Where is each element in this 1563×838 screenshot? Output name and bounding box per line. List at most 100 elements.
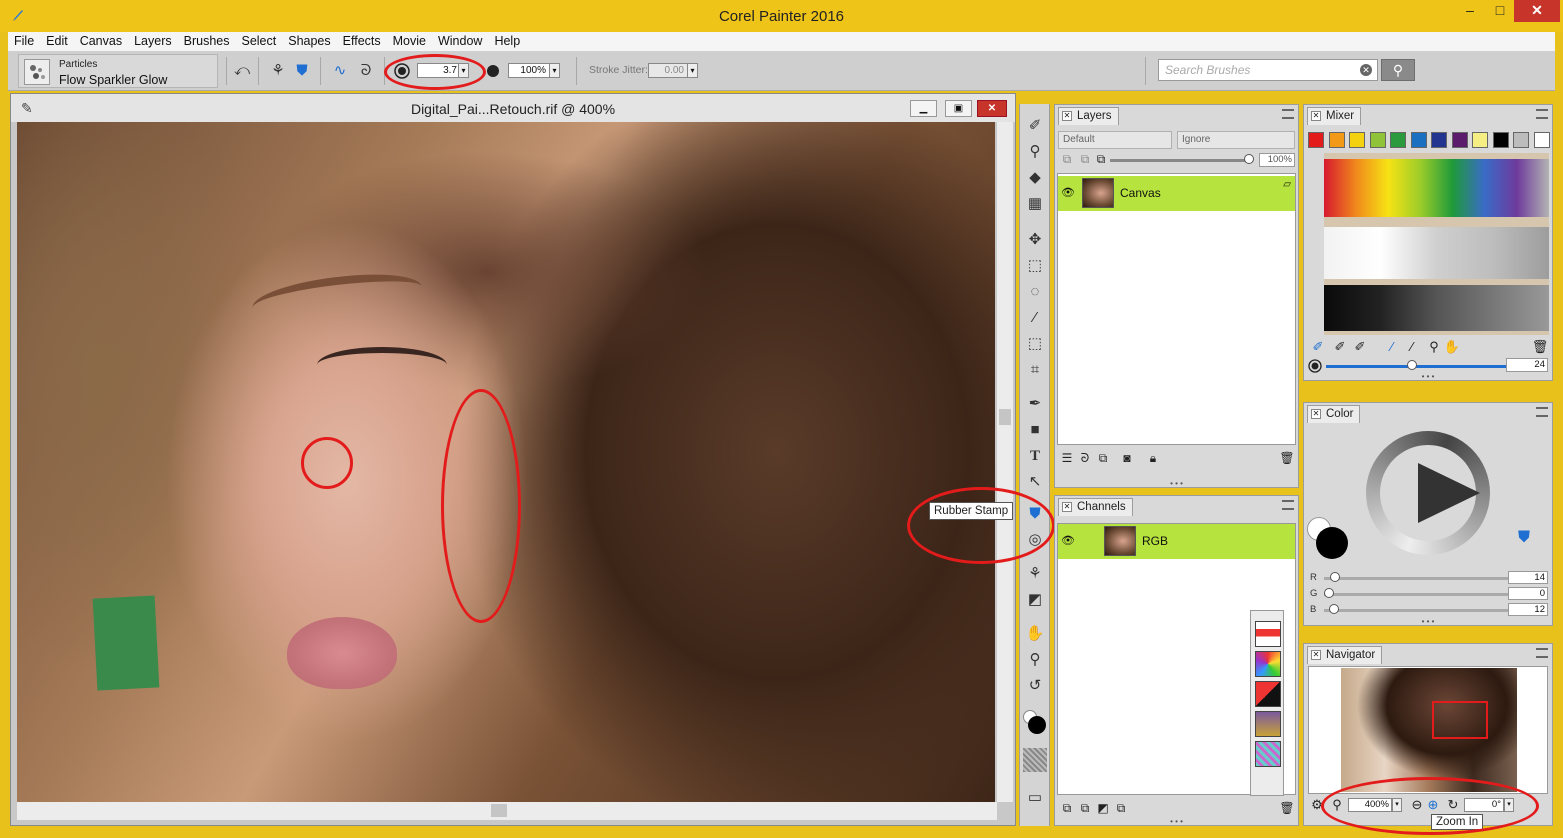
zoom-level-dropdown[interactable]: ▾ [1392, 798, 1402, 812]
brush-tool-icon[interactable]: ✐ [1023, 114, 1047, 138]
perspective-guides-tool-icon[interactable]: ◩ [1023, 588, 1047, 612]
mixer-tab[interactable]: ✕ Mixer [1307, 107, 1362, 125]
menu-edit[interactable]: Edit [40, 32, 74, 50]
minimize-button[interactable]: – [1455, 0, 1485, 22]
mixer-color-well[interactable] [1369, 132, 1386, 148]
close-button[interactable]: ✕ [1514, 0, 1560, 22]
close-panel-icon[interactable]: ✕ [1311, 111, 1321, 121]
channel-save-icon[interactable]: ⧉ [1077, 800, 1093, 816]
transform-tool-icon[interactable]: ✥ [1023, 228, 1047, 252]
channel-row[interactable]: 👁 RGB [1058, 524, 1295, 559]
zoom-icon[interactable]: ⚲ [1328, 796, 1346, 814]
maximize-button[interactable]: □ [1485, 0, 1515, 22]
blue-value-field[interactable]: 12 [1508, 603, 1548, 616]
close-panel-icon[interactable]: ✕ [1311, 650, 1321, 660]
clear-search-icon[interactable]: ✕ [1360, 64, 1372, 76]
delete-layer-icon[interactable]: 🗑︎ [1279, 450, 1295, 466]
rect-select-tool-icon[interactable]: ⬚ [1023, 254, 1047, 278]
color-tab[interactable]: ✕ Color [1307, 405, 1361, 423]
menu-layers[interactable]: Layers [128, 32, 178, 50]
stroke-alt-icon[interactable]: ᘐ [356, 61, 376, 81]
panel-menu-icon[interactable] [1282, 109, 1294, 119]
brush-size-field[interactable]: 3.7 [417, 63, 461, 78]
layer-commands-icon[interactable]: ☰ [1059, 450, 1075, 466]
green-slider[interactable] [1324, 593, 1512, 596]
magnifier-tool-icon[interactable]: ⚲ [1023, 648, 1047, 672]
brush-size-dropdown[interactable]: ▾ [458, 63, 469, 78]
eraser-tool-icon[interactable]: ▦ [1023, 192, 1047, 216]
mixer-color-well[interactable] [1328, 132, 1345, 148]
red-value-field[interactable]: 14 [1508, 571, 1548, 584]
sample-color-icon[interactable]: ⁄ [1383, 338, 1401, 356]
document-close-button[interactable]: ✕ [977, 100, 1007, 117]
panel-resize-grip[interactable]: • • • [1167, 480, 1187, 488]
mixer-color-well[interactable] [1472, 132, 1488, 148]
horizontal-scroll-thumb[interactable] [491, 804, 507, 817]
document-maximize-button[interactable]: ▣ [945, 100, 972, 117]
layer-row[interactable]: 👁 Canvas ▱ [1058, 176, 1295, 211]
cloner-tool-icon[interactable]: ◎ [1023, 528, 1047, 552]
menu-select[interactable]: Select [235, 32, 282, 50]
channels-tab[interactable]: ✕ Channels [1058, 498, 1133, 516]
grabber-tool-icon[interactable]: ✋ [1023, 622, 1047, 646]
green-value-field[interactable]: 0 [1508, 587, 1548, 600]
pen-tool-icon[interactable]: ✒ [1023, 392, 1047, 416]
search-brushes-input[interactable]: Search Brushes [1158, 59, 1378, 81]
zoom-mixer-icon[interactable]: ⚲ [1425, 338, 1443, 356]
mixer-brush-size-slider[interactable] [1326, 365, 1526, 368]
menu-canvas[interactable]: Canvas [74, 32, 128, 50]
sample-multiple-icon[interactable]: ⁄ [1403, 338, 1421, 356]
layer-opacity-thumb[interactable] [1244, 154, 1254, 164]
clone-color-icon[interactable]: ⛊ [1518, 529, 1530, 547]
swatch-preset-3[interactable] [1255, 681, 1281, 707]
delete-channel-icon[interactable]: 🗑︎ [1279, 800, 1295, 816]
menu-file[interactable]: File [8, 32, 40, 50]
preserve-transparency-icon[interactable]: ⧉ [1077, 151, 1093, 167]
panel-menu-icon[interactable] [1536, 109, 1548, 119]
mixer-brush-size-field[interactable]: 24 [1506, 358, 1548, 372]
channel-load-icon[interactable]: ⧉ [1059, 800, 1075, 816]
rectangle-shape-tool-icon[interactable]: ■ [1023, 418, 1047, 442]
pick-up-underlying-icon[interactable]: ⧉ [1093, 151, 1109, 167]
shape-selection-tool-icon[interactable]: ↖ [1023, 470, 1047, 494]
swatch-preset-5[interactable] [1255, 741, 1281, 767]
blue-slider[interactable] [1324, 609, 1512, 612]
panel-menu-icon[interactable] [1536, 407, 1548, 417]
navigator-tab[interactable]: ✕ Navigator [1307, 646, 1383, 664]
navigator-preview[interactable] [1308, 666, 1548, 794]
zoom-in-icon[interactable]: ⊕ [1424, 796, 1442, 814]
apply-color-icon[interactable]: ✐ [1309, 338, 1327, 356]
layer-mask-icon[interactable]: ◙ [1119, 450, 1135, 466]
rotate-icon[interactable]: ↻ [1444, 796, 1462, 814]
magic-wand-tool-icon[interactable]: ⁄ [1023, 306, 1047, 330]
dynamic-plugins-icon[interactable]: ᘐ [1077, 450, 1093, 466]
mixer-brush-size-thumb[interactable] [1407, 360, 1417, 370]
main-color-circle[interactable] [1316, 527, 1348, 559]
menu-movie[interactable]: Movie [387, 32, 432, 50]
mixer-color-well[interactable] [1410, 132, 1427, 148]
panel-menu-icon[interactable] [1536, 648, 1548, 658]
mixer-color-well[interactable] [1492, 132, 1509, 148]
text-tool-icon[interactable]: T [1023, 444, 1047, 468]
vertical-scrollbar[interactable] [997, 122, 1013, 802]
rotation-field[interactable]: 0° [1464, 798, 1504, 812]
red-slider-thumb[interactable] [1330, 572, 1340, 582]
layers-tab[interactable]: ✕ Layers [1058, 107, 1119, 125]
navigator-view-box[interactable] [1432, 701, 1488, 739]
layer-lock-icons[interactable]: ⧉ [1059, 151, 1075, 167]
screen-mode-icon[interactable]: ▭ [1023, 786, 1047, 810]
stroke-jitter-field[interactable]: 0.00 [648, 63, 688, 78]
vertical-scroll-thumb[interactable] [999, 409, 1011, 425]
rotation-dropdown[interactable]: ▾ [1504, 798, 1514, 812]
brush-opacity-field[interactable]: 100% [508, 63, 550, 78]
mirror-painting-tool-icon[interactable]: ⚘ [1023, 562, 1047, 586]
mixer-pad[interactable] [1324, 153, 1549, 335]
navigator-settings-icon[interactable]: ⚙ [1308, 796, 1326, 814]
paint-bucket-tool-icon[interactable]: ◆ [1023, 166, 1047, 190]
layer-opacity-field[interactable]: 100% [1259, 153, 1295, 167]
reset-tool-icon[interactable]: ⤺ [232, 61, 252, 81]
zoom-level-field[interactable]: 400% [1348, 798, 1392, 812]
paper-selector[interactable] [1023, 748, 1047, 772]
mixer-color-well[interactable] [1533, 132, 1550, 148]
visibility-eye-icon[interactable]: 👁 [1061, 535, 1077, 547]
